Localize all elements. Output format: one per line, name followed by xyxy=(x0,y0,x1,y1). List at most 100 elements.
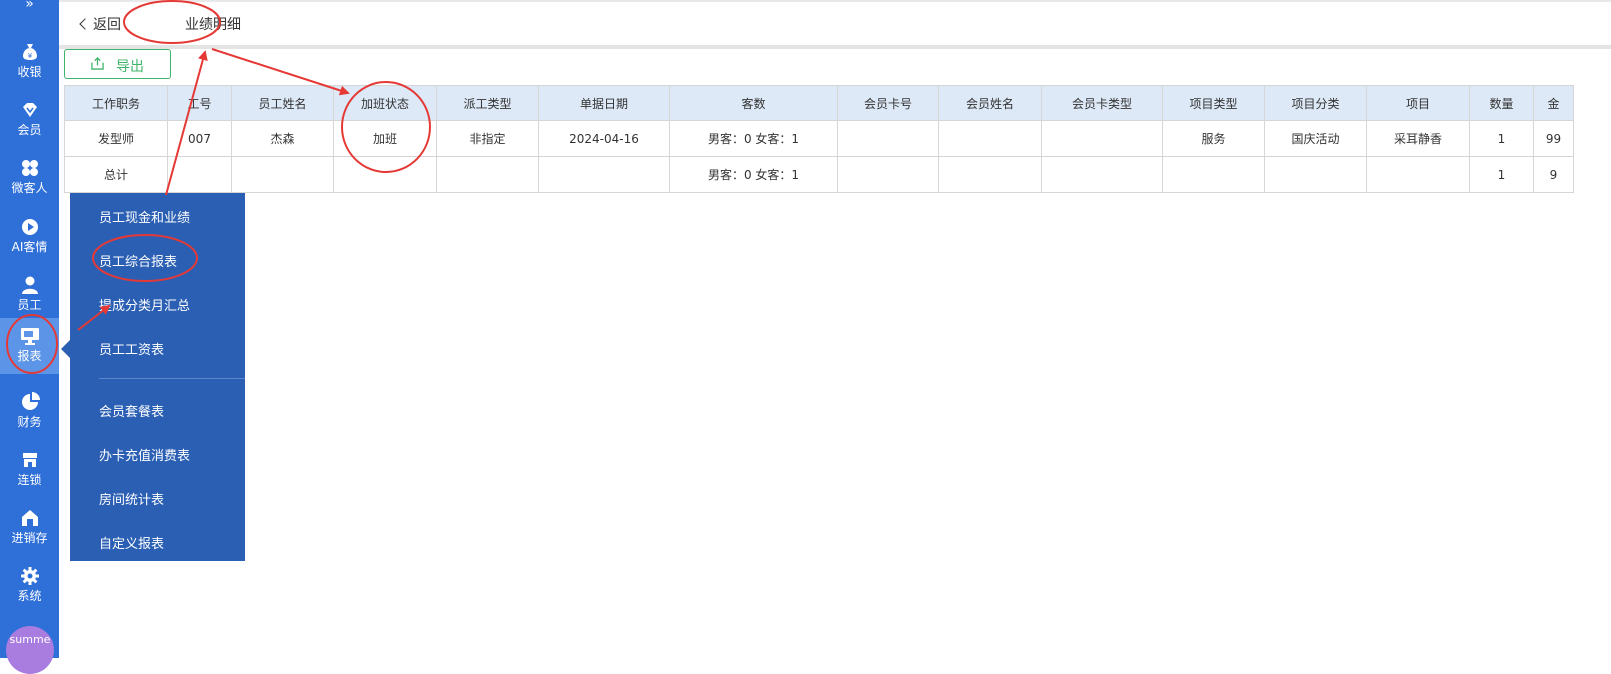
nav-item-member[interactable]: 会员 xyxy=(0,92,59,148)
table-header-row: 工作职务 工号 员工姓名 加班状态 派工类型 单据日期 客数 会员卡号 会员姓名 会员卡类型 项目类… xyxy=(64,85,1574,121)
nav-item-guest[interactable]: 微客人 xyxy=(0,150,59,206)
chevron-left-icon xyxy=(79,18,91,30)
table-cell xyxy=(333,156,437,193)
nav-item-inventory[interactable]: 进销存 xyxy=(0,500,59,556)
menu-item-payroll[interactable]: 员工工资表 xyxy=(99,339,164,358)
back-label: 返回 xyxy=(93,17,121,33)
total-row: 总计 男客：0 女客：1 1 9 xyxy=(64,156,1574,193)
table-cell: 男客：0 女客：1 xyxy=(669,120,838,157)
menu-item-commission-monthly[interactable]: 提成分类月汇总 xyxy=(99,295,190,314)
export-label: 导出 xyxy=(116,59,144,75)
table-cell: 1 xyxy=(1469,120,1534,157)
column-header: 项目分类 xyxy=(1264,85,1367,121)
table-cell xyxy=(938,120,1042,157)
money-bag-icon: ¥ xyxy=(23,44,37,60)
nav-label: AI客情 xyxy=(11,240,48,254)
column-header: 金 xyxy=(1533,85,1574,121)
table-cell: 杰森 xyxy=(231,120,334,157)
header-divider xyxy=(59,45,1611,49)
nav-item-chain[interactable]: 连锁 xyxy=(0,442,59,498)
diamond-icon xyxy=(23,103,37,117)
menu-divider xyxy=(99,378,245,379)
export-button[interactable]: 导出 xyxy=(64,49,171,79)
column-header: 单据日期 xyxy=(538,85,670,121)
table-cell: 99 xyxy=(1533,120,1574,157)
pie-icon xyxy=(22,392,40,410)
nav-label: 进销存 xyxy=(11,531,48,545)
menu-item-member-package[interactable]: 会员套餐表 xyxy=(99,401,164,420)
table-body: 发型师 007 杰森 加班 非指定 2024-04-16 男客：0 女客：1 服务 国庆活动 采耳… xyxy=(64,120,1574,193)
table-cell: 9 xyxy=(1533,156,1574,193)
menu-item-card-recharge[interactable]: 办卡充值消费表 xyxy=(99,445,190,464)
play-icon xyxy=(22,219,38,235)
page-title: 业绩明细 xyxy=(185,17,241,33)
svg-text:¥: ¥ xyxy=(28,52,33,60)
table-cell: 采耳静香 xyxy=(1366,120,1470,157)
nav-label: 报表 xyxy=(17,349,42,363)
nav-label: 微客人 xyxy=(11,181,48,195)
warehouse-icon xyxy=(22,510,38,526)
column-header: 项目类型 xyxy=(1162,85,1265,121)
grid-icon xyxy=(22,160,38,176)
column-header: 加班状态 xyxy=(333,85,437,121)
back-button[interactable]: 返回 xyxy=(79,14,121,34)
table-row: 发型师 007 杰森 加班 非指定 2024-04-16 男客：0 女客：1 服务 国庆活动 采耳… xyxy=(64,120,1574,157)
table-cell xyxy=(1264,156,1367,193)
column-header: 派工类型 xyxy=(436,85,539,121)
table-cell xyxy=(231,156,334,193)
table-cell xyxy=(538,156,670,193)
nav-item-finance[interactable]: 财务 xyxy=(0,384,59,440)
table-cell xyxy=(1041,120,1163,157)
table-cell xyxy=(1366,156,1470,193)
sidebar: » ¥ 收银 会员 微客人 AI客情 员工 报表 财务 连锁 进销存 系统 su… xyxy=(0,0,59,674)
export-icon xyxy=(91,57,104,70)
table-cell xyxy=(938,156,1042,193)
column-header: 项目 xyxy=(1366,85,1470,121)
table-cell xyxy=(837,120,939,157)
menu-item-room-stats[interactable]: 房间统计表 xyxy=(99,489,164,508)
table-cell xyxy=(1162,156,1265,193)
column-header: 会员卡类型 xyxy=(1041,85,1163,121)
page-header: 返回 业绩明细 xyxy=(59,2,1611,45)
nav-label: 财务 xyxy=(17,415,42,429)
table-cell xyxy=(837,156,939,193)
table-cell: 服务 xyxy=(1162,120,1265,157)
nav-label: 员工 xyxy=(17,298,42,312)
nav-item-reports[interactable]: 报表 xyxy=(0,318,59,374)
nav-item-ai[interactable]: AI客情 xyxy=(0,209,59,265)
table-cell xyxy=(1041,156,1163,193)
reports-menu: 员工现金和业绩 员工综合报表 提成分类月汇总 员工工资表 会员套餐表 办卡充值消… xyxy=(70,193,245,561)
menu-pointer xyxy=(61,340,70,358)
table-cell: 总计 xyxy=(64,156,168,193)
nav-label: 收银 xyxy=(17,65,42,79)
nav-label: 系统 xyxy=(17,589,42,603)
performance-table: 工作职务 工号 员工姓名 加班状态 派工类型 单据日期 客数 会员卡号 会员姓名 会员卡类型 项目类… xyxy=(64,85,1574,193)
column-header: 会员卡号 xyxy=(837,85,939,121)
table-cell: 1 xyxy=(1469,156,1534,193)
monitor-icon xyxy=(21,328,39,345)
nav-label: 连锁 xyxy=(17,473,42,487)
expand-sidebar-icon[interactable]: » xyxy=(0,0,59,16)
table-cell: 男客：0 女客：1 xyxy=(669,156,838,193)
menu-item-custom-report[interactable]: 自定义报表 xyxy=(99,533,164,552)
table-cell: 2024-04-16 xyxy=(538,120,670,157)
table-cell: 加班 xyxy=(333,120,437,157)
nav-label: 会员 xyxy=(17,123,42,137)
nav-item-cashier[interactable]: ¥ 收银 xyxy=(0,34,59,90)
column-header: 员工姓名 xyxy=(231,85,334,121)
nav-item-staff[interactable]: 员工 xyxy=(0,267,59,323)
menu-item-staff-cash-performance[interactable]: 员工现金和业绩 xyxy=(99,207,190,226)
table-cell: 发型师 xyxy=(64,120,168,157)
table-cell xyxy=(167,156,232,193)
gear-icon xyxy=(21,567,39,585)
nav-item-system[interactable]: 系统 xyxy=(0,558,59,614)
avatar[interactable]: summe xyxy=(6,626,54,674)
column-header: 工号 xyxy=(167,85,232,121)
column-header: 客数 xyxy=(669,85,838,121)
menu-item-staff-summary-report[interactable]: 员工综合报表 xyxy=(99,251,177,270)
person-icon xyxy=(22,276,38,294)
column-header: 会员姓名 xyxy=(938,85,1042,121)
column-header: 工作职务 xyxy=(64,85,168,121)
table-cell xyxy=(436,156,539,193)
table-cell: 007 xyxy=(167,120,232,157)
